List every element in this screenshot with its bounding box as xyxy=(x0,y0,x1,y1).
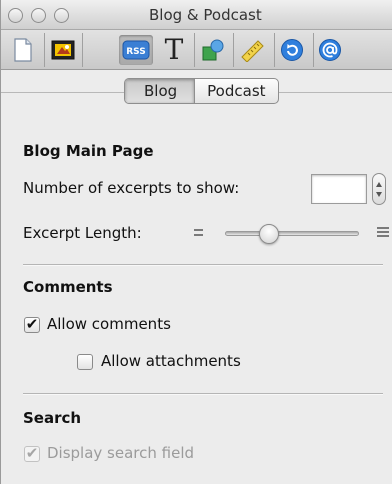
allow-comments-checkbox[interactable]: ✔ xyxy=(24,317,40,333)
search-heading: Search xyxy=(23,409,82,427)
stepper-down-icon xyxy=(376,192,382,197)
section-divider xyxy=(23,393,383,394)
title-bar: Blog & Podcast xyxy=(1,0,392,30)
minimize-button[interactable] xyxy=(31,8,46,23)
allow-attachments-checkbox[interactable] xyxy=(77,354,93,370)
excerpt-length-slider[interactable] xyxy=(225,231,359,236)
blog-podcast-tabs: Blog Podcast xyxy=(124,78,279,104)
allow-comments-label[interactable]: Allow comments xyxy=(47,315,171,333)
comments-heading: Comments xyxy=(23,278,113,296)
rss-icon-label: RSS xyxy=(126,47,146,57)
toolbar-button-rss[interactable]: RSS xyxy=(119,35,153,65)
toolbar-separator xyxy=(313,33,314,67)
rss-icon: RSS xyxy=(122,40,150,60)
text-icon: T xyxy=(164,33,184,66)
allow-attachments-label[interactable]: Allow attachments xyxy=(101,352,241,370)
inspector-toolbar: RSS T xyxy=(1,30,392,70)
inspector-content: Blog Podcast Blog Main Page Number of ex… xyxy=(1,71,392,484)
toolbar-button-document[interactable] xyxy=(8,35,38,65)
toolbar-button-shapes[interactable] xyxy=(198,35,228,65)
excerpts-count-label: Number of excerpts to show: xyxy=(23,179,240,197)
display-search-field-checkbox[interactable]: ✔ xyxy=(24,446,40,462)
zoom-button[interactable] xyxy=(54,8,69,23)
tab-blog[interactable]: Blog xyxy=(125,79,196,103)
document-icon xyxy=(14,38,32,62)
toolbar-button-ruler[interactable] xyxy=(237,35,267,65)
toolbar-button-text[interactable]: T xyxy=(159,35,189,65)
tab-podcast[interactable]: Podcast xyxy=(195,79,277,103)
excerpt-length-label: Excerpt Length: xyxy=(23,224,142,242)
toolbar-separator xyxy=(233,33,234,67)
excerpts-count-stepper[interactable] xyxy=(372,173,386,205)
ruler-icon xyxy=(241,40,264,62)
toolbar-separator xyxy=(274,33,275,67)
media-icon xyxy=(51,40,75,60)
section-divider xyxy=(23,264,383,265)
stepper-up-icon xyxy=(376,182,382,187)
blog-main-page-heading: Blog Main Page xyxy=(23,142,154,160)
toolbar-separator xyxy=(44,33,45,67)
inspector-window: Blog & Podcast RSS T Blog Podcast Blog M… xyxy=(0,0,392,484)
excerpts-count-field[interactable] xyxy=(311,174,367,204)
close-button[interactable] xyxy=(8,8,23,23)
display-search-field-label: Display search field xyxy=(47,444,195,462)
refresh-icon xyxy=(281,39,303,61)
toolbar-separator xyxy=(194,33,195,67)
toolbar-button-refresh[interactable] xyxy=(277,35,307,65)
shapes-icon xyxy=(202,39,224,61)
window-title: Blog & Podcast xyxy=(149,6,262,24)
excerpt-length-slider-knob[interactable] xyxy=(259,224,280,244)
at-icon xyxy=(319,39,341,61)
toolbar-separator xyxy=(82,33,83,67)
toolbar-button-media[interactable] xyxy=(48,35,78,65)
toolbar-button-email[interactable] xyxy=(315,35,345,65)
